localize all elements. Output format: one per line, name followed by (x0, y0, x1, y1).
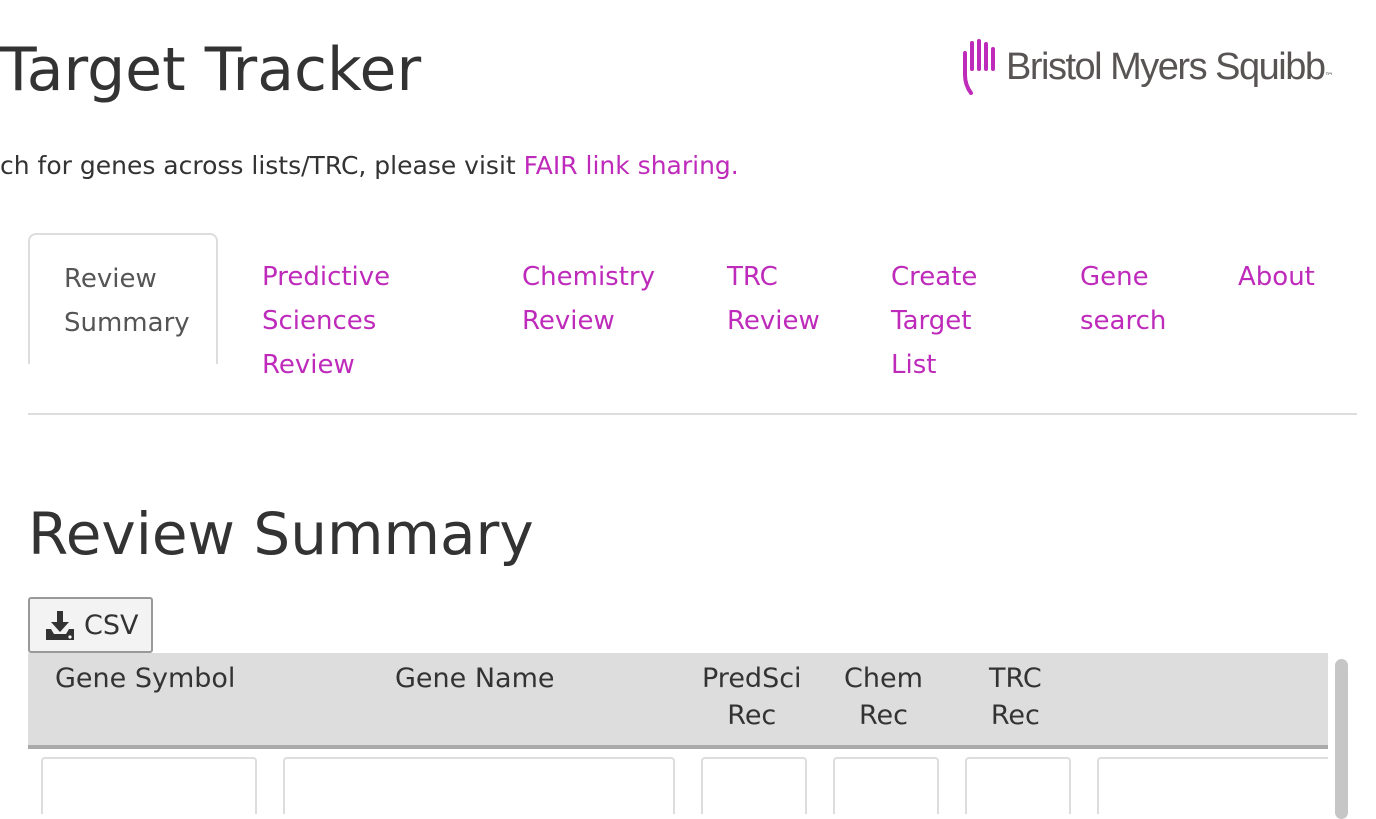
fair-link-sharing-link[interactable]: FAIR link sharing. (524, 151, 739, 180)
gene-symbol-filter-input[interactable] (41, 757, 257, 814)
tab-label-line: Review (522, 306, 615, 336)
column-header-label: Rec (858, 700, 908, 731)
column-header-gene-symbol[interactable]: Gene Symbol (55, 660, 235, 697)
tab-label-line: search (1080, 306, 1167, 336)
gene-name-filter-input[interactable] (283, 757, 675, 814)
tab-label-line: Review (727, 306, 820, 336)
tab-label-line: Target (891, 306, 972, 336)
tab-label-line: Chemistry (522, 262, 655, 292)
column-header-label: TRC (989, 663, 1042, 694)
app-title: Target Tracker (0, 35, 422, 105)
column-header-trc-rec[interactable]: TRC Rec (989, 660, 1042, 734)
column-header-label: Chem (844, 663, 923, 694)
intro-text: ch for genes across lists/TRC, please vi… (0, 146, 739, 186)
tab-label-line: TRC (727, 262, 778, 292)
extra-column-filter-input[interactable] (1097, 757, 1328, 814)
tab-label-line: About (1238, 262, 1315, 292)
logo-trademark: ™ (1324, 72, 1334, 82)
column-header-predsci-rec[interactable]: PredSci Rec (702, 660, 802, 734)
csv-button-label: CSV (84, 609, 139, 641)
intro-message: ch for genes across lists/TRC, please vi… (0, 151, 524, 180)
column-header-label: Gene Name (395, 663, 555, 694)
tab-label-line: Review (262, 350, 355, 380)
tab-bar: Review Summary Predictive Sciences Revie… (28, 233, 1357, 415)
tab-about[interactable]: About (1238, 255, 1315, 299)
tab-label-line: Predictive (262, 262, 391, 292)
csv-export-button[interactable]: CSV (28, 597, 153, 653)
column-header-label: Rec (727, 700, 777, 731)
table-scrollbar[interactable] (1328, 653, 1356, 819)
tab-create-target-list[interactable]: Create Target List (891, 255, 977, 387)
chem-rec-filter-input[interactable] (833, 757, 939, 814)
column-header-label: Gene Symbol (55, 663, 236, 694)
tab-predictive-sciences-review[interactable]: Predictive Sciences Review (262, 255, 390, 387)
download-icon (46, 611, 74, 640)
review-summary-table: Gene Symbol Gene Name PredSci Rec Chem R… (28, 653, 1328, 814)
trc-rec-filter-input[interactable] (965, 757, 1071, 814)
company-logo: Bristol Myers Squibb ™ (958, 38, 1333, 96)
section-title: Review Summary (28, 500, 534, 568)
tab-label-line: List (891, 350, 937, 380)
hand-logo-icon (963, 39, 995, 95)
tab-label-line: Create (891, 262, 978, 292)
tab-label-line: Review (64, 264, 157, 294)
tab-trc-review[interactable]: TRC Review (727, 255, 820, 343)
tab-chemistry-review[interactable]: Chemistry Review (522, 255, 655, 343)
scrollbar-thumb[interactable] (1335, 659, 1348, 819)
tab-label-line: Gene (1080, 262, 1149, 292)
tab-gene-search[interactable]: Gene search (1080, 255, 1166, 343)
column-header-chem-rec[interactable]: Chem Rec (844, 660, 923, 734)
column-header-label: PredSci (702, 663, 802, 694)
tab-label-line: Summary (64, 308, 190, 338)
column-header-gene-name[interactable]: Gene Name (395, 660, 555, 697)
predsci-rec-filter-input[interactable] (701, 757, 807, 814)
tab-review-summary[interactable]: Review Summary (28, 233, 218, 364)
table-header: Gene Symbol Gene Name PredSci Rec Chem R… (28, 653, 1328, 749)
logo-text: Bristol Myers Squibb (1006, 45, 1326, 88)
tab-label-line: Sciences (262, 306, 377, 336)
column-header-label: Rec (990, 700, 1040, 731)
